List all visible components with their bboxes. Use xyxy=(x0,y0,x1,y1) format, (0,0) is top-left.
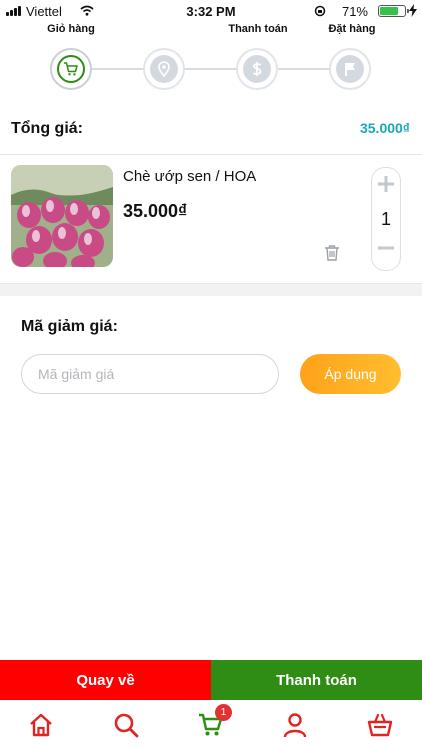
product-price: 35.000₫ xyxy=(123,201,188,221)
flag-icon xyxy=(345,63,355,76)
checkout-button[interactable]: Thanh toán xyxy=(211,660,422,700)
coupon-label: Mã giảm giá: xyxy=(21,318,118,335)
trash-icon[interactable] xyxy=(323,244,341,262)
battery-icon xyxy=(378,5,409,17)
step-label-order: Đặt hàng xyxy=(328,23,376,35)
plus-icon[interactable] xyxy=(376,173,396,195)
tab-orders[interactable] xyxy=(362,708,398,744)
tab-account[interactable] xyxy=(277,708,313,744)
step-address[interactable] xyxy=(143,48,185,90)
charging-icon xyxy=(409,4,417,17)
step-cart[interactable] xyxy=(50,48,92,90)
search-icon xyxy=(114,713,139,738)
status-bar: Viettel 3:32 PM 71% xyxy=(0,0,422,22)
cart-icon xyxy=(64,62,78,76)
home-icon xyxy=(30,713,52,737)
total-label: Tổng giá: xyxy=(11,120,83,137)
product-name[interactable]: Chè ướp sen / HOA xyxy=(123,168,256,185)
step-order[interactable] xyxy=(329,48,371,90)
battery-percent: 71% xyxy=(341,4,368,19)
tab-home[interactable] xyxy=(23,708,59,744)
cart-badge: 1 xyxy=(215,704,232,721)
apply-coupon-button[interactable]: Áp dụng xyxy=(300,354,401,394)
stepper-line xyxy=(92,68,350,70)
basket-icon xyxy=(367,713,393,737)
location-pin-icon xyxy=(158,61,170,77)
product-image[interactable] xyxy=(11,165,113,267)
dollar-icon xyxy=(252,62,262,76)
total-value: 35.000₫ xyxy=(359,120,410,136)
rotation-lock-icon xyxy=(314,5,326,17)
step-label-cart: Giỏ hàng xyxy=(47,23,95,35)
divider xyxy=(0,154,422,155)
section-separator xyxy=(0,283,422,296)
back-button[interactable]: Quay về xyxy=(0,660,211,700)
minus-icon[interactable] xyxy=(376,238,396,258)
step-label-payment: Thanh toán xyxy=(228,23,288,35)
quantity-value: 1 xyxy=(380,209,391,229)
user-icon xyxy=(283,713,307,738)
coupon-input[interactable] xyxy=(21,354,279,394)
tab-search[interactable] xyxy=(108,708,144,744)
step-payment[interactable] xyxy=(236,48,278,90)
